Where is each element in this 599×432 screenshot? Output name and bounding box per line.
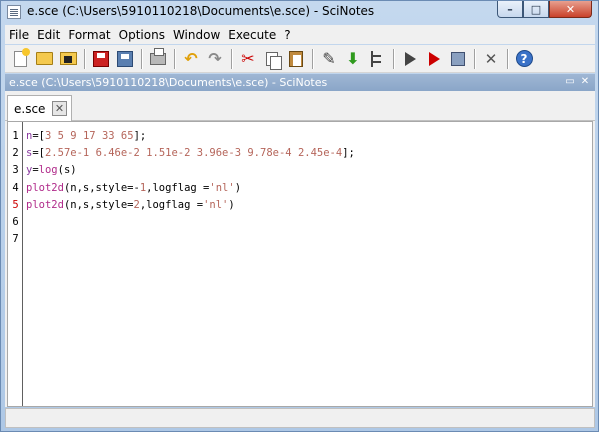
paste-icon: [289, 50, 303, 67]
toolbar-separator: [141, 48, 142, 69]
close-button[interactable]: ✕: [549, 1, 592, 18]
code-line[interactable]: y=log(s): [26, 162, 586, 179]
tab-bar: e.sce ✕: [5, 91, 595, 121]
tools-icon: ✕: [484, 49, 498, 68]
save-button[interactable]: [91, 49, 111, 69]
menu-execute[interactable]: Execute: [224, 28, 280, 42]
execute-icon: ✎: [322, 49, 336, 68]
save-as-button[interactable]: [115, 49, 135, 69]
print-button[interactable]: [148, 47, 168, 69]
print-icon: [150, 47, 166, 65]
code-line[interactable]: plot2d(n,s,style=2,logflag ='nl'): [26, 197, 586, 214]
code-line[interactable]: plot2d(n,s,style=-1,logflag ='nl'): [26, 180, 586, 197]
tab-e-sce[interactable]: e.sce ✕: [7, 95, 72, 121]
help-icon: ?: [515, 50, 533, 67]
execute-down-icon: ⬇: [346, 49, 360, 68]
line-number: 1: [12, 130, 19, 142]
status-text: [6, 414, 10, 427]
redo-button[interactable]: ↷: [205, 49, 225, 69]
title-bar[interactable]: e.sce (C:\Users\5910110218\Documents\e.s…: [1, 1, 598, 23]
line-number: 3: [12, 164, 19, 177]
undo-icon: ↶: [184, 49, 198, 68]
run-block-button[interactable]: [448, 49, 468, 69]
maximize-button[interactable]: □: [523, 1, 549, 18]
execute-down-button[interactable]: ⬇: [343, 49, 363, 69]
tools-button[interactable]: ✕: [481, 49, 501, 69]
status-bar: [5, 408, 595, 428]
run-icon: [404, 51, 416, 66]
toolbar-separator: [84, 48, 85, 69]
line-number: 6: [12, 215, 19, 228]
menu-bar: File Edit Format Options Window Execute …: [5, 25, 595, 44]
line-number-error: 5: [12, 198, 19, 211]
minimize-button[interactable]: –: [497, 1, 523, 18]
line-number: 2: [12, 147, 19, 160]
undo-button[interactable]: ↶: [181, 49, 201, 69]
menu-format[interactable]: Format: [64, 28, 114, 42]
toolbar-separator: [231, 48, 232, 69]
document-header: e.sce (C:\Users\5910110218\Documents\e.s…: [5, 74, 595, 91]
code-editor[interactable]: 1 2 3 4 5 6 7 n=[3 5 9 17 33 65]; s=[2.5…: [7, 121, 593, 407]
paste-button[interactable]: [286, 49, 306, 69]
tab-close-icon[interactable]: ✕: [52, 101, 67, 116]
document-strip-controls: ▭ ✕: [564, 76, 591, 88]
code-line[interactable]: n=[3 5 9 17 33 65];: [26, 128, 586, 145]
run-button[interactable]: [400, 49, 420, 69]
code-line[interactable]: s=[2.57e-1 6.46e-2 1.51e-2 3.96e-3 9.78e…: [26, 145, 586, 162]
code-lines[interactable]: n=[3 5 9 17 33 65]; s=[2.57e-1 6.46e-2 1…: [26, 128, 586, 248]
menu-help[interactable]: ?: [280, 28, 294, 42]
toolbar: ↶ ↷ ✂ ✎ ⬇ ✕ ?: [5, 45, 595, 73]
tab-label: e.sce: [14, 101, 46, 116]
save-icon: [93, 50, 109, 67]
toolbar-separator: [507, 48, 508, 69]
tree-icon: [371, 50, 383, 67]
code-line[interactable]: [26, 231, 586, 248]
line-number: 4: [12, 181, 19, 194]
execute-button[interactable]: ✎: [319, 49, 339, 69]
menu-options[interactable]: Options: [115, 28, 169, 42]
menu-edit[interactable]: Edit: [33, 28, 64, 42]
toolbar-separator: [393, 48, 394, 69]
open-file-button[interactable]: [34, 49, 54, 69]
run-line-icon: [428, 51, 440, 66]
run-line-button[interactable]: [424, 49, 444, 69]
new-file-icon: [13, 47, 30, 67]
window-title: e.sce (C:\Users\5910110218\Documents\e.s…: [27, 4, 375, 18]
line-number: 7: [12, 233, 19, 246]
copy-icon: [266, 51, 282, 70]
menu-window[interactable]: Window: [169, 28, 224, 42]
tree-button[interactable]: [367, 49, 387, 69]
save-as-icon: [117, 50, 133, 67]
open-file-icon: [35, 52, 53, 65]
copy-button[interactable]: [262, 49, 282, 70]
run-block-icon: [451, 51, 465, 66]
menu-file[interactable]: File: [5, 28, 33, 42]
close-panel-icon[interactable]: ✕: [579, 76, 591, 88]
line-number-gutter: 1 2 3 4 5 6 7: [8, 122, 23, 406]
cut-icon: ✂: [241, 49, 255, 68]
toolbar-separator: [474, 48, 475, 69]
code-line[interactable]: [26, 214, 586, 231]
window-controls: – □ ✕: [497, 1, 592, 19]
open-file-modified-button[interactable]: [58, 49, 78, 69]
scinotes-app-icon: [7, 5, 21, 19]
redo-icon: ↷: [208, 49, 222, 68]
scinotes-window: e.sce (C:\Users\5910110218\Documents\e.s…: [0, 0, 599, 432]
editor-panel: e.sce ✕ 1 2 3 4 5 6 7 n=[3 5 9 17 33 65]…: [5, 91, 595, 407]
undock-icon[interactable]: ▭: [564, 76, 576, 88]
open-file-modified-icon: [59, 52, 77, 65]
cut-button[interactable]: ✂: [238, 49, 258, 69]
new-file-button[interactable]: [10, 47, 30, 69]
toolbar-separator: [312, 48, 313, 69]
document-path: e.sce (C:\Users\5910110218\Documents\e.s…: [9, 76, 328, 89]
help-button[interactable]: ?: [514, 49, 534, 69]
toolbar-separator: [174, 48, 175, 69]
